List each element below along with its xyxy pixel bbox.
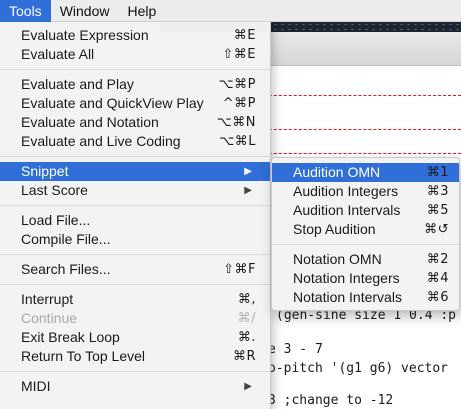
menu-divider xyxy=(0,69,270,70)
menu-item-evaluate-quickview-play[interactable]: Evaluate and QuickView Play ^⌘P xyxy=(0,94,270,113)
menu-window[interactable]: Window xyxy=(51,0,119,22)
menu-item-evaluate-and-notation[interactable]: Evaluate and Notation ⌥⌘N xyxy=(0,113,270,132)
menu-item-last-score[interactable]: Last Score ▶ xyxy=(0,181,270,200)
code-line[interactable]: e 3 - 7 xyxy=(268,342,323,357)
menu-item-search-files[interactable]: Search Files... ⇧⌘F xyxy=(0,260,270,279)
menu-item-evaluate-expression[interactable]: Evaluate Expression ⌘E xyxy=(0,26,270,45)
code-line[interactable]: 3 ;change to -12 xyxy=(268,393,393,408)
menu-item-evaluate-live-coding[interactable]: Evaluate and Live Coding ⌥⌘L xyxy=(0,132,270,151)
menu-item-exit-break-loop[interactable]: Exit Break Loop ⌘. xyxy=(0,328,270,347)
menu-item-compile-file[interactable]: Compile File... xyxy=(0,230,270,249)
menu-item-notation-omn[interactable]: Notation OMN ⌘2 xyxy=(272,250,459,269)
snippet-submenu: Audition OMN ⌘1 Audition Integers ⌘3 Aud… xyxy=(271,157,460,311)
tools-menu: Evaluate Expression ⌘E Evaluate All ⇧⌘E … xyxy=(0,22,271,409)
menu-item-stop-audition[interactable]: Stop Audition ⌘↺ xyxy=(272,220,459,239)
menu-divider xyxy=(0,156,270,157)
menu-bar: Tools Window Help xyxy=(0,0,461,22)
menu-item-audition-intervals[interactable]: Audition Intervals ⌘5 xyxy=(272,201,459,220)
menu-item-interrupt[interactable]: Interrupt ⌘, xyxy=(0,290,270,309)
menu-item-return-to-top-level[interactable]: Return To Top Level ⌘R xyxy=(0,347,270,366)
menu-item-notation-intervals[interactable]: Notation Intervals ⌘6 xyxy=(272,288,459,307)
menu-tools[interactable]: Tools xyxy=(0,0,51,22)
menu-item-notation-integers[interactable]: Notation Integers ⌘4 xyxy=(272,269,459,288)
menu-item-midi[interactable]: MIDI ▶ xyxy=(0,377,270,396)
menu-divider xyxy=(0,371,270,372)
submenu-arrow-icon: ▶ xyxy=(244,166,252,177)
menu-divider xyxy=(0,254,270,255)
menu-item-snippet[interactable]: Snippet ▶ xyxy=(0,162,270,181)
submenu-arrow-icon: ▶ xyxy=(244,381,252,392)
menu-divider xyxy=(272,244,459,245)
submenu-arrow-icon: ▶ xyxy=(244,185,252,196)
menu-item-continue: Continue ⌘/ xyxy=(21,310,256,326)
menu-item-load-file[interactable]: Load File... xyxy=(0,211,270,230)
menu-item-evaluate-and-play[interactable]: Evaluate and Play ⌥⌘P xyxy=(0,75,270,94)
menu-item-audition-integers[interactable]: Audition Integers ⌘3 xyxy=(272,182,459,201)
menu-help[interactable]: Help xyxy=(118,0,165,22)
menu-item-audition-omn[interactable]: Audition OMN ⌘1 xyxy=(272,163,459,182)
menu-item-evaluate-all[interactable]: Evaluate All ⇧⌘E xyxy=(0,45,270,64)
menu-divider xyxy=(0,205,270,206)
menu-divider xyxy=(0,284,270,285)
code-line[interactable]: o-pitch '(g1 g6) vector xyxy=(268,361,448,376)
